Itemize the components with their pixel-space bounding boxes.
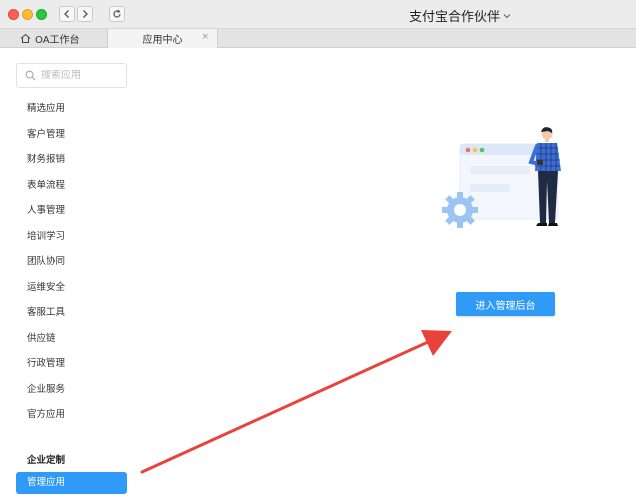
- reload-button[interactable]: [109, 6, 125, 22]
- sidebar-item-service-tools[interactable]: 客服工具: [16, 300, 127, 326]
- sidebar: 精选应用 客户管理 财务报销 表单流程 人事管理 培训学习 团队协同 运维安全 …: [0, 48, 140, 500]
- sidebar-item-official[interactable]: 官方应用: [16, 402, 127, 428]
- sidebar-item-supply-chain[interactable]: 供应链: [16, 326, 127, 352]
- sidebar-item-training[interactable]: 培训学习: [16, 224, 127, 250]
- person-with-browser-and-gear-illustration: [440, 126, 572, 248]
- search-input[interactable]: [41, 70, 121, 81]
- enter-admin-button[interactable]: 进入管理后台: [456, 292, 555, 316]
- chevron-left-icon: [62, 9, 72, 19]
- tab-bar: OA工作台 应用中心 ×: [0, 29, 636, 48]
- forward-button[interactable]: [77, 6, 93, 22]
- title-bar: 支付宝合作伙伴: [0, 0, 636, 29]
- sidebar-item-ops-security[interactable]: 运维安全: [16, 275, 127, 301]
- tab-oa-workbench[interactable]: OA工作台: [0, 29, 108, 48]
- chevron-right-icon: [80, 9, 90, 19]
- sidebar-item-customer[interactable]: 客户管理: [16, 122, 127, 148]
- sidebar-item-admin[interactable]: 行政管理: [16, 351, 127, 377]
- back-button[interactable]: [59, 6, 75, 22]
- zoom-window-button[interactable]: [36, 9, 47, 20]
- caret-down-icon: [503, 13, 511, 19]
- sidebar-item-team[interactable]: 团队协同: [16, 249, 127, 275]
- search-icon: [25, 70, 36, 81]
- app-title[interactable]: 支付宝合作伙伴: [380, 6, 540, 25]
- sidebar-item-hr[interactable]: 人事管理: [16, 198, 127, 224]
- sidebar-item-enterprise-service[interactable]: 企业服务: [16, 377, 127, 403]
- sidebar-item-forms[interactable]: 表单流程: [16, 173, 127, 199]
- home-icon: [20, 33, 31, 44]
- minimize-window-button[interactable]: [22, 9, 33, 20]
- sidebar-menu: 精选应用 客户管理 财务报销 表单流程 人事管理 培训学习 团队协同 运维安全 …: [16, 96, 127, 428]
- sidebar-item-featured[interactable]: 精选应用: [16, 96, 127, 122]
- tab-label: OA工作台: [35, 31, 80, 46]
- reload-icon: [112, 9, 122, 19]
- tab-label: 应用中心: [143, 31, 183, 46]
- search-box[interactable]: [16, 63, 127, 88]
- sidebar-item-finance[interactable]: 财务报销: [16, 147, 127, 173]
- app-title-text: 支付宝合作伙伴: [409, 6, 500, 25]
- main-content: 进入管理后台: [140, 48, 636, 500]
- tab-close-button[interactable]: ×: [201, 32, 209, 42]
- close-window-button[interactable]: [8, 9, 19, 20]
- sidebar-item-manage-apps[interactable]: 管理应用: [16, 472, 127, 494]
- tab-app-center[interactable]: 应用中心 ×: [108, 29, 218, 48]
- section-title-custom: 企业定制: [27, 452, 65, 466]
